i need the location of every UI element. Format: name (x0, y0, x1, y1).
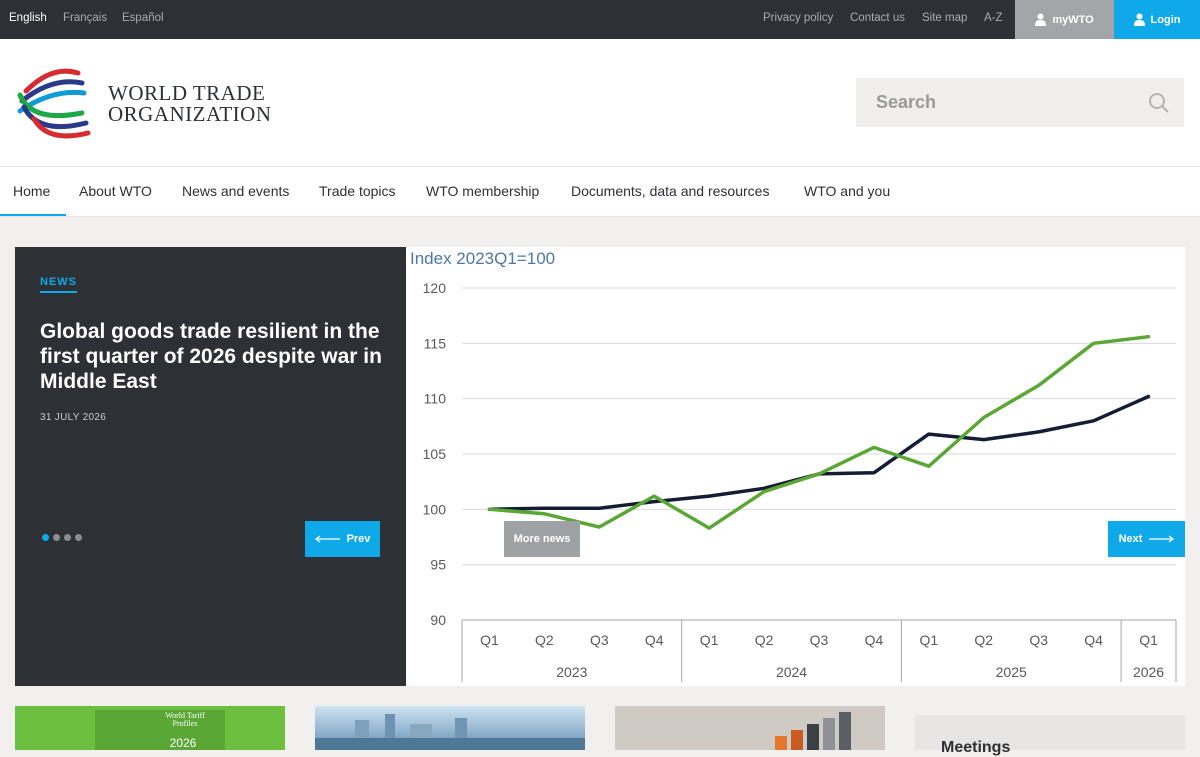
bar-block (823, 718, 835, 750)
organization-name: WORLD TRADE ORGANIZATION (108, 83, 271, 125)
active-nav-indicator (0, 214, 66, 216)
mywto-label: myWTO (1052, 13, 1094, 26)
arrow-left-icon (314, 535, 340, 543)
user-icon (1133, 13, 1145, 26)
slider-dot-2[interactable] (53, 534, 60, 541)
a-z-link[interactable]: A-Z (984, 12, 1003, 24)
x-tick-label: Q4 (1084, 632, 1103, 648)
year-label: 2024 (776, 664, 807, 680)
arrow-right-icon (1149, 535, 1175, 543)
search-box (856, 78, 1184, 127)
y-tick-label: 105 (423, 446, 447, 462)
login-label: Login (1150, 13, 1181, 26)
bar-block (791, 730, 803, 750)
tariff-profiles-title: World Tariff Profiles (165, 711, 205, 728)
hero-chart-panel: Index 2023Q1=100 90 95 100 105 110 115 120 Q1 Q2… (406, 247, 1185, 686)
x-tick-label: Q2 (974, 632, 993, 648)
news-date: 31 JULY 2026 (40, 412, 107, 423)
x-tick-label: Q1 (1139, 632, 1158, 648)
news-headline[interactable]: Global goods trade resilient in the firs… (40, 319, 390, 394)
slider-dot-4[interactable] (75, 534, 82, 541)
contact-us-link[interactable]: Contact us (850, 12, 905, 24)
x-tick-label: Q1 (920, 632, 939, 648)
waterfront (315, 738, 585, 750)
x-tick-label: Q2 (535, 632, 554, 648)
next-label: Next (1118, 533, 1143, 545)
search-icon[interactable] (1148, 92, 1170, 114)
hero-news-panel: NEWS Global goods trade resilient in the… (15, 247, 406, 686)
next-button[interactable]: Next (1108, 521, 1185, 557)
top-utility-bar: English Français Español Privacy policy … (0, 0, 1200, 39)
search-input[interactable] (856, 78, 1116, 127)
prev-label: Prev (346, 533, 371, 545)
slider-dot-3[interactable] (64, 534, 71, 541)
nav-trade-topics[interactable]: Trade topics (319, 183, 396, 199)
bar-block (839, 712, 851, 750)
language-english-link[interactable]: English (9, 12, 47, 24)
x-tick-label: Q4 (645, 632, 664, 648)
more-news-button[interactable]: More news (504, 521, 580, 557)
tariff-profiles-cover (95, 710, 225, 750)
slider-dot-1[interactable] (42, 534, 49, 541)
x-tick-label: Q2 (755, 632, 774, 648)
year-label: 2026 (1133, 664, 1164, 680)
card-data-image[interactable] (615, 706, 885, 750)
news-tag[interactable]: NEWS (40, 276, 77, 293)
y-tick-label: 110 (424, 391, 447, 407)
site-header: WORLD TRADE ORGANIZATION (0, 39, 1200, 167)
tariff-profiles-year: 2026 (169, 736, 197, 750)
nav-news-and-events[interactable]: News and events (182, 183, 289, 199)
card-tariff-profiles[interactable]: World Tariff Profiles 2026 (15, 706, 285, 750)
mywto-button[interactable]: myWTO (1015, 0, 1114, 39)
y-tick-label: 120 (423, 280, 447, 296)
site-map-link[interactable]: Site map (922, 12, 967, 24)
privacy-policy-link[interactable]: Privacy policy (763, 12, 833, 24)
org-name-line1: WORLD TRADE (108, 81, 266, 105)
y-tick-label: 100 (423, 501, 447, 517)
year-label: 2023 (556, 664, 587, 680)
x-tick-label: Q1 (480, 632, 499, 648)
org-name-line2: ORGANIZATION (108, 102, 272, 126)
bar-block (807, 724, 819, 750)
language-french-link[interactable]: Français (63, 12, 107, 24)
y-tick-label: 90 (430, 612, 446, 628)
wto-logo-icon[interactable] (12, 63, 102, 143)
nav-about-wto[interactable]: About WTO (79, 183, 152, 199)
chart-title: Index 2023Q1=100 (410, 249, 555, 268)
bar-block (775, 736, 787, 750)
x-tick-label: Q3 (590, 632, 609, 648)
language-spanish-link[interactable]: Español (122, 12, 164, 24)
slider-dots (42, 534, 82, 541)
nav-wto-membership[interactable]: WTO membership (426, 183, 539, 199)
user-icon (1035, 13, 1047, 26)
main-navigation: Home About WTO News and events Trade top… (0, 167, 1200, 217)
card-city-image[interactable] (315, 706, 585, 750)
y-tick-label: 115 (424, 335, 447, 351)
x-tick-label: Q3 (810, 632, 829, 648)
meetings-title: Meetings (941, 739, 1011, 756)
nav-home[interactable]: Home (13, 183, 50, 199)
x-tick-label: Q4 (865, 632, 884, 648)
nav-wto-and-you[interactable]: WTO and you (804, 183, 890, 199)
series-line (487, 394, 1151, 512)
trade-index-chart: Index 2023Q1=100 90 95 100 105 110 115 120 Q1 Q2… (410, 249, 1177, 682)
login-button[interactable]: Login (1114, 0, 1200, 39)
y-tick-label: 95 (430, 557, 446, 573)
x-tick-label: Q3 (1029, 632, 1048, 648)
x-tick-label: Q1 (700, 632, 719, 648)
series-line (487, 334, 1151, 530)
card-meetings[interactable]: Meetings (915, 715, 1185, 756)
year-label: 2025 (996, 664, 1027, 680)
prev-button[interactable]: Prev (305, 521, 380, 557)
nav-documents-data-resources[interactable]: Documents, data and resources (571, 183, 769, 199)
